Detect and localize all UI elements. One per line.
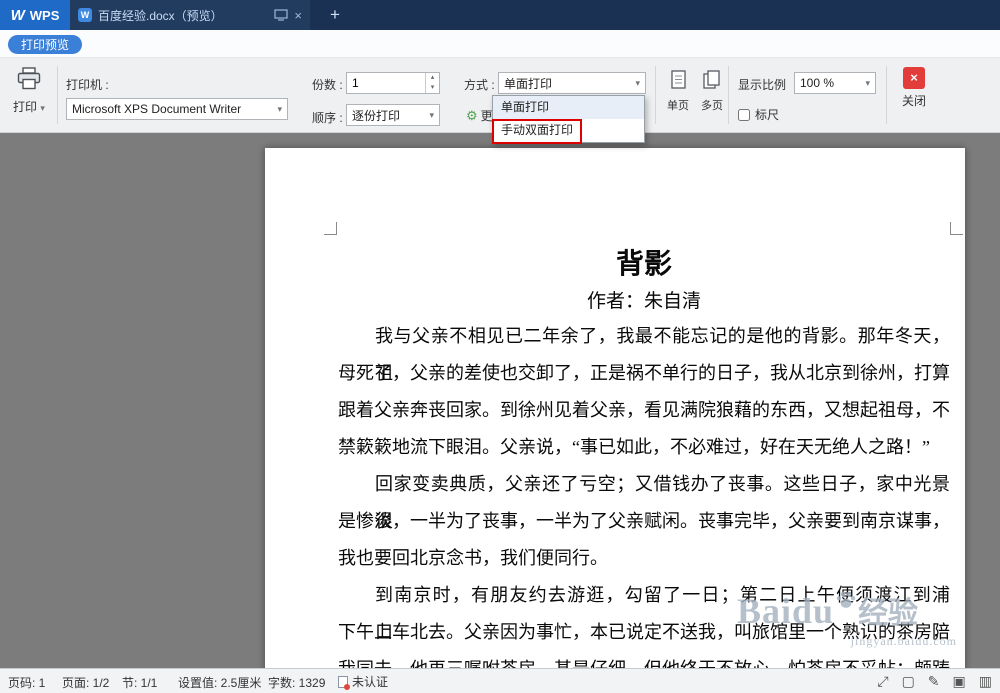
- mode-dropdown-list: 单面打印 手动双面打印: [492, 95, 645, 144]
- preview-area: 背影 作者：朱自清 我与父亲不相见已二年余了，我最不能忘记的是他的背影。那年冬天…: [0, 133, 1000, 668]
- single-page-icon: [670, 70, 686, 89]
- mode-select[interactable]: 单面打印 ▾: [498, 72, 646, 94]
- chevron-down-icon: ▾: [40, 103, 45, 113]
- copies-value: 1: [352, 76, 359, 90]
- ribbon-strip: 打印预览: [0, 30, 1000, 58]
- new-tab-button[interactable]: +: [322, 0, 348, 30]
- margin-crop-mark-right: [950, 222, 963, 235]
- body-line: 我与父亲不相见已二年余了，我最不能忘记的是他的背影。那年冬天，祖: [375, 326, 950, 383]
- essay-body: 我与父亲不相见已二年余了，我最不能忘记的是他的背影。那年冬天，祖 母死了，父亲的…: [338, 318, 950, 668]
- margin-crop-mark-left: [324, 222, 337, 235]
- order-select[interactable]: 逐份打印 ▾: [346, 104, 440, 126]
- wps-tab-label: WPS: [29, 7, 60, 23]
- mode-select-value: 单面打印: [504, 76, 553, 91]
- printer-label: 打印机 :: [66, 78, 109, 92]
- body-line: 是惨淡，一半为了丧事，一半为了父亲赋闲。丧事完毕，父亲要到南京谋事，: [338, 511, 950, 531]
- multi-page-view-button[interactable]: 多页: [696, 70, 728, 113]
- certification-label: 未认证: [352, 675, 389, 689]
- mode-option-single-sided[interactable]: 单面打印: [493, 96, 644, 119]
- close-preview-button[interactable]: × 关闭: [894, 67, 934, 109]
- certificate-icon: [338, 675, 350, 690]
- mode-label: 方式 :: [464, 78, 495, 92]
- zoom-label: 显示比例: [738, 78, 787, 92]
- wps-print-preview-window: W WPS W 百度经验.docx（预览） × + 打印预览 打印 ▾ 打印机 …: [0, 0, 1000, 693]
- document-tab-title: 百度经验.docx（预览）: [98, 8, 223, 23]
- read-mode-icon[interactable]: ▣: [953, 673, 966, 690]
- copies-stepper[interactable]: 1 ▴ ▾: [346, 72, 440, 94]
- mode-option-manual-duplex[interactable]: 手动双面打印: [493, 119, 644, 142]
- body-line: 我同去。他再三嘱咐茶房，甚是仔细。但他终于不放心，怕茶房不妥帖；颇踌躇: [338, 651, 950, 668]
- body-line: 回家变卖典质，父亲还了亏空；又借钱办了丧事。这些日子，家中光景很: [375, 474, 950, 531]
- monitor-icon[interactable]: [274, 9, 289, 21]
- toolbar-separator: [57, 66, 58, 124]
- chevron-down-icon: ▾: [865, 77, 870, 88]
- edit-mode-icon[interactable]: ✎: [928, 673, 940, 690]
- multi-page-label: 多页: [701, 100, 723, 112]
- toolbar-separator: [728, 66, 729, 124]
- status-page-count: 页面: 1/2: [62, 676, 110, 690]
- spin-up-icon[interactable]: ▴: [426, 73, 439, 83]
- gear-icon: ⚙: [466, 107, 478, 123]
- chevron-down-icon: ▾: [277, 103, 282, 114]
- statusbar: 页码: 1 页面: 1/2 节: 1/1 设置值: 2.5厘米 字数: 1329…: [0, 668, 1000, 693]
- wps-home-tab[interactable]: W WPS: [0, 0, 70, 30]
- page-view-icon[interactable]: ▢: [902, 673, 915, 690]
- chevron-down-icon: ▾: [635, 77, 640, 88]
- order-label: 顺序 :: [312, 111, 343, 125]
- status-word-count: 字数: 1329: [268, 676, 326, 690]
- single-page-label: 单页: [667, 100, 689, 112]
- document-page: 背影 作者：朱自清 我与父亲不相见已二年余了，我最不能忘记的是他的背影。那年冬天…: [265, 148, 965, 668]
- toolbar-separator: [886, 66, 887, 124]
- status-section: 节: 1/1: [122, 676, 158, 690]
- spin-down-icon[interactable]: ▾: [426, 83, 439, 93]
- zoom-select-value: 100 %: [800, 76, 835, 90]
- close-label: 关闭: [901, 94, 926, 108]
- zoom-select[interactable]: 100 % ▾: [794, 72, 876, 94]
- body-line: 到南京时，有朋友约去游逛，勾留了一日；第二日上午便须渡江到浦口，: [375, 585, 950, 642]
- printer-select[interactable]: Microsoft XPS Document Writer ▾: [66, 98, 288, 120]
- chevron-down-icon: ▾: [429, 109, 434, 120]
- essay-title: 背影: [615, 249, 672, 280]
- status-certification: 未认证: [338, 673, 388, 690]
- printer-select-value: Microsoft XPS Document Writer: [72, 102, 242, 116]
- body-line: 我也要回北京念书，我们便同行。: [338, 548, 608, 568]
- ruler-label: 标尺: [755, 108, 780, 122]
- body-line: 跟着父亲奔丧回家。到徐州见着父亲，看见满院狼藉的东西，又想起祖母，不: [338, 400, 950, 420]
- single-page-view-button[interactable]: 单页: [662, 70, 694, 113]
- essay-author: 作者：朱自清: [586, 291, 701, 312]
- layout-grid-icon[interactable]: ▥: [979, 673, 992, 690]
- print-button[interactable]: 打印 ▾: [6, 67, 52, 115]
- print-button-label: 打印: [13, 100, 38, 114]
- toolbar-separator: [655, 66, 656, 124]
- body-line: 禁簌簌地流下眼泪。父亲说，“事已如此，不必难过，好在天无绝人之路！”: [338, 437, 930, 457]
- copies-label: 份数 :: [312, 78, 343, 92]
- body-line: 母死了，父亲的差使也交卸了，正是祸不单行的日子，我从北京到徐州，打算: [338, 363, 950, 383]
- ruler-checkbox[interactable]: [738, 108, 750, 121]
- close-x-icon: ×: [903, 67, 925, 89]
- body-line: 下午上车北去。父亲因为事忙，本已说定不送我，叫旅馆里一个熟识的茶房陪: [338, 622, 950, 642]
- titlebar: W WPS W 百度经验.docx（预览） × +: [0, 0, 1000, 30]
- document-tab[interactable]: W 百度经验.docx（预览） ×: [70, 0, 310, 30]
- wps-logo-icon: W: [10, 6, 25, 24]
- multi-page-icon: [703, 70, 720, 89]
- printer-icon: [17, 67, 41, 90]
- fit-screen-icon[interactable]: ⤢: [877, 673, 888, 690]
- status-setting-value: 设置值: 2.5厘米: [178, 676, 262, 690]
- doc-file-icon: W: [78, 8, 92, 22]
- order-select-value: 逐份打印: [352, 108, 401, 123]
- status-page-number: 页码: 1: [8, 676, 46, 690]
- print-preview-ribbon-tab[interactable]: 打印预览: [8, 35, 83, 54]
- tab-close-icon[interactable]: ×: [294, 9, 302, 22]
